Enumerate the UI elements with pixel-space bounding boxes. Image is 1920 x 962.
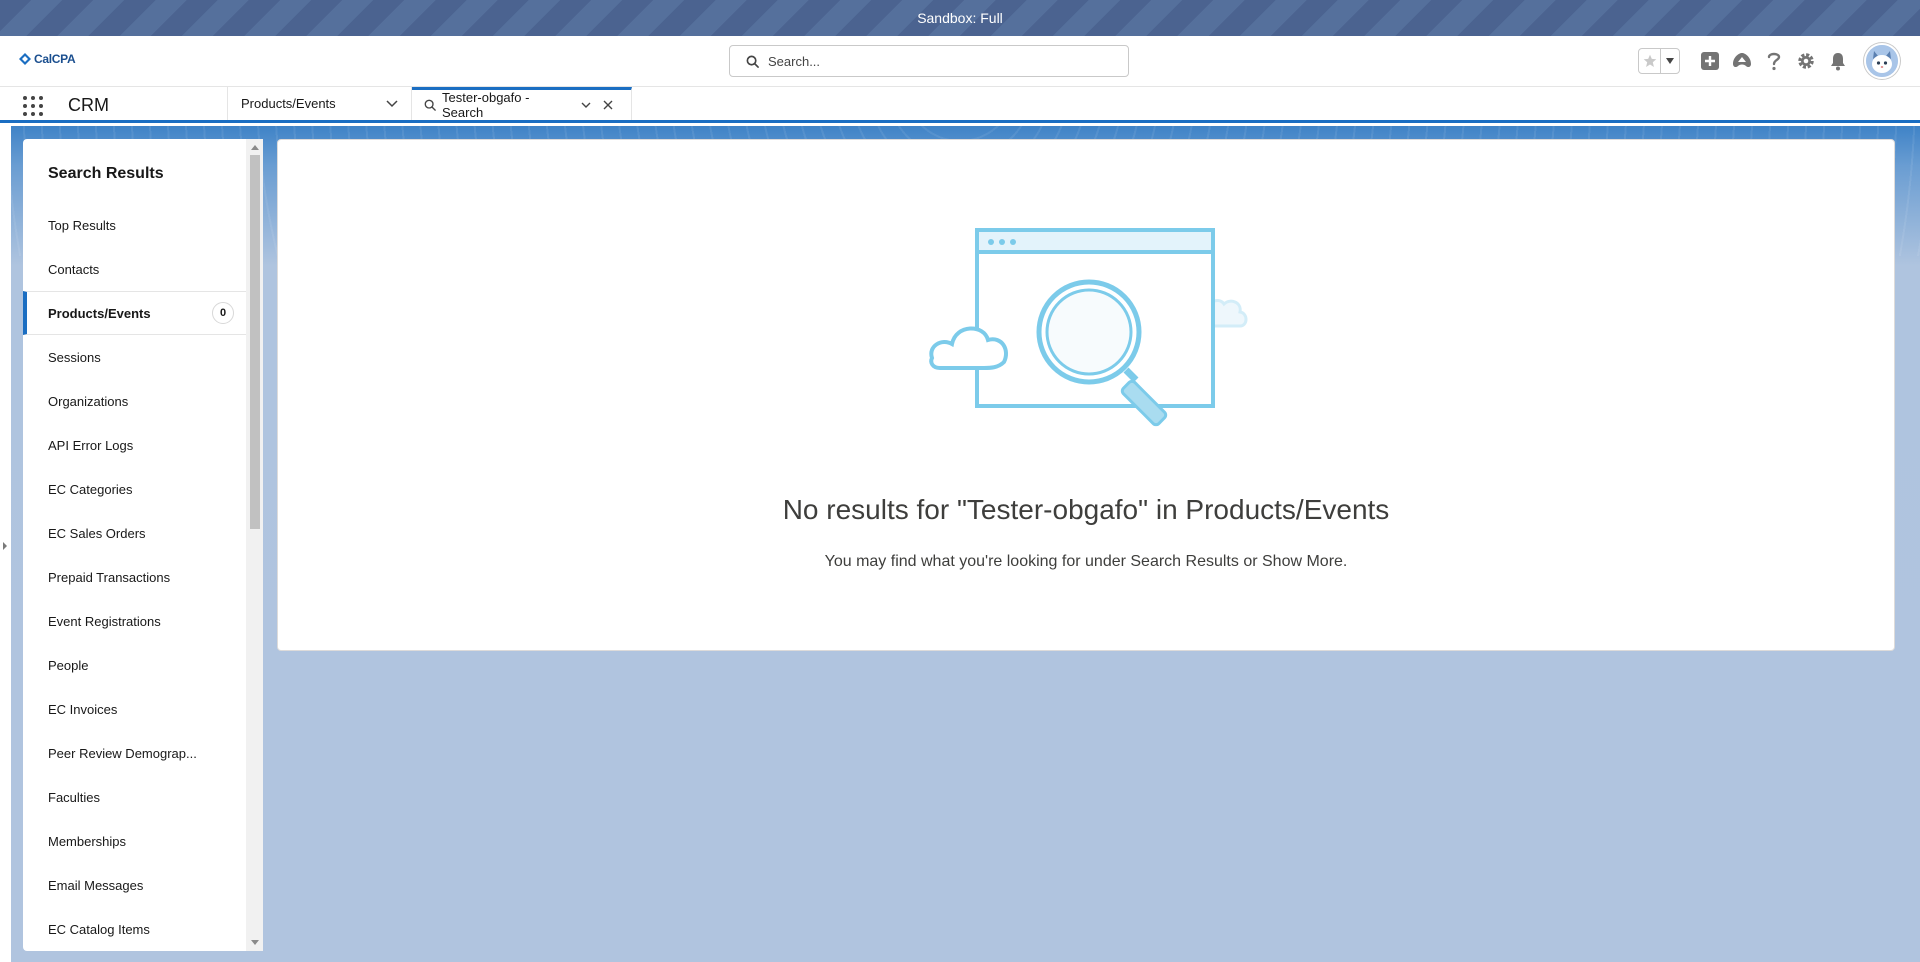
nav-item-menu-button[interactable] — [372, 87, 412, 120]
search-icon — [424, 99, 436, 111]
search-input[interactable] — [768, 53, 1108, 69]
panel-expand-toggle[interactable] — [3, 542, 7, 550]
help-icon — [1767, 52, 1781, 71]
sidebar-item-api-error-logs[interactable]: API Error Logs — [23, 423, 246, 467]
gear-icon — [1798, 53, 1814, 69]
tab-label: Tester-obgafo - Search — [442, 90, 530, 120]
scroll-up-arrow[interactable] — [251, 145, 259, 150]
notifications-button[interactable] — [1826, 49, 1850, 73]
results-card: No results for "Tester-obgafo" in Produc… — [277, 139, 1895, 651]
empty-state-subtitle: You may find what you're looking for und… — [824, 553, 1348, 570]
global-search[interactable] — [729, 45, 1129, 77]
logo-text: CalCPA — [34, 52, 76, 66]
sidebar-item-contacts[interactable]: Contacts — [23, 247, 246, 291]
dot — [23, 96, 27, 100]
bell-icon — [1831, 53, 1845, 71]
sidebar-item-sessions[interactable]: Sessions — [23, 335, 246, 379]
sidebar-item-faculties[interactable]: Faculties — [23, 775, 246, 819]
header-actions — [1638, 43, 1900, 79]
sidebar-item-email-messages[interactable]: Email Messages — [23, 863, 246, 907]
logo-icon — [19, 53, 31, 65]
dot — [31, 96, 35, 100]
global-header: CalCPA — [0, 36, 1920, 87]
sidebar-item-event-registrations[interactable]: Event Registrations — [23, 599, 246, 643]
sidebar-list: Top Results Contacts Products/Events 0 S… — [23, 203, 246, 951]
tab-menu-button[interactable] — [578, 97, 594, 113]
empty-state-title: No results for "Tester-obgafo" in Produc… — [782, 494, 1390, 525]
trailhead-button[interactable] — [1730, 49, 1754, 73]
dot — [31, 104, 35, 108]
global-actions-button[interactable] — [1698, 49, 1722, 73]
chevron-down-icon — [581, 102, 591, 108]
favorites-dropdown-button[interactable] — [1661, 49, 1679, 73]
chevron-down-icon — [385, 99, 398, 107]
add-icon — [1701, 52, 1719, 70]
nav-item-label: Products/Events — [241, 96, 336, 111]
dot — [39, 112, 43, 116]
dot — [23, 112, 27, 116]
sidebar-title: Search Results — [48, 165, 164, 182]
dot — [39, 104, 43, 108]
avatar-icon — [1866, 45, 1898, 77]
logo[interactable]: CalCPA — [19, 52, 76, 66]
sandbox-banner-label: Sandbox: Full — [917, 10, 1003, 26]
sidebar-item-label: Products/Events — [48, 305, 151, 321]
sidebar-item-prepaid-transactions[interactable]: Prepaid Transactions — [23, 555, 246, 599]
tab-close-button[interactable] — [600, 97, 616, 113]
sidebar-item-top-results[interactable]: Top Results — [23, 203, 246, 247]
result-count-badge: 0 — [212, 302, 234, 324]
app-launcher-button[interactable] — [23, 96, 45, 116]
dot — [31, 112, 35, 116]
favorites-group — [1638, 48, 1680, 74]
sidebar-item-people[interactable]: People — [23, 643, 246, 687]
sidebar-item-ec-invoices[interactable]: EC Invoices — [23, 687, 246, 731]
sidebar-item-organizations[interactable]: Organizations — [23, 379, 246, 423]
sidebar-item-memberships[interactable]: Memberships — [23, 819, 246, 863]
app-name: CRM — [68, 95, 109, 115]
sidebar-item-peer-review-demographics[interactable]: Peer Review Demograp... — [23, 731, 246, 775]
sidebar-item-ec-categories[interactable]: EC Categories — [23, 467, 246, 511]
scroll-thumb[interactable] — [250, 155, 260, 529]
dot — [23, 104, 27, 108]
trailhead-icon — [1733, 53, 1751, 68]
sidebar-item-products-events[interactable]: Products/Events 0 — [23, 291, 246, 335]
navigation-bar: CRM Products/Events Tester-obgafo - Sear… — [0, 87, 1920, 123]
sidebar-item-ec-sales-orders[interactable]: EC Sales Orders — [23, 511, 246, 555]
user-avatar[interactable] — [1864, 43, 1900, 79]
scroll-down-arrow[interactable] — [251, 940, 259, 945]
dot — [39, 96, 43, 100]
sandbox-banner: Sandbox: Full — [0, 0, 1920, 36]
favorites-star-button[interactable] — [1639, 49, 1661, 73]
setup-button[interactable] — [1794, 49, 1818, 73]
search-results-sidebar: Search Results Top Results Contacts Prod… — [23, 139, 263, 951]
star-icon — [1643, 54, 1656, 67]
search-icon — [746, 55, 759, 68]
no-results-illustration — [929, 228, 1248, 427]
sidebar-item-ec-catalog-items[interactable]: EC Catalog Items — [23, 907, 246, 951]
caret-down-icon — [1666, 58, 1674, 64]
help-button[interactable] — [1762, 49, 1786, 73]
close-icon — [603, 100, 613, 110]
sidebar-scrollbar[interactable] — [246, 139, 263, 951]
tab-search-results[interactable]: Tester-obgafo - Search — [412, 87, 632, 120]
